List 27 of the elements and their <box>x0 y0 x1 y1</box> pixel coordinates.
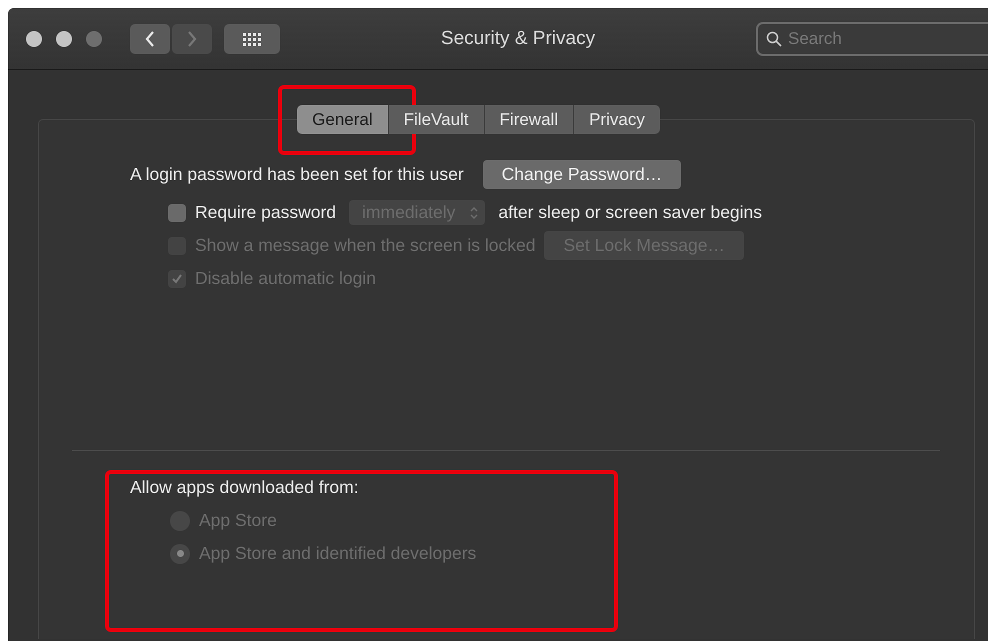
checkbox-label: Show a message when the screen is locked <box>195 235 536 256</box>
suffix-text: after sleep or screen saver begins <box>498 202 762 223</box>
search-icon <box>766 30 782 46</box>
checkbox[interactable] <box>168 204 186 222</box>
up-down-chevron-icon <box>469 204 480 220</box>
chevron-left-icon <box>144 30 156 48</box>
allow-apps-heading: Allow apps downloaded from: <box>130 477 360 498</box>
tab[interactable]: Firewall <box>484 105 574 134</box>
login-status-text: A login password has been set for this user <box>130 164 464 185</box>
checkmark-icon <box>170 272 184 286</box>
checkbox-label: Disable automatic login <box>195 268 376 289</box>
close-button[interactable] <box>26 30 42 46</box>
back-button[interactable] <box>130 24 170 54</box>
change-password-button[interactable]: Change Password… <box>482 160 682 189</box>
zoom-button[interactable] <box>86 30 102 46</box>
tab[interactable]: FileVault <box>388 105 485 134</box>
radio-label: App Store and identified developers <box>199 543 476 564</box>
tab[interactable]: Privacy <box>574 105 660 134</box>
minimize-button[interactable] <box>56 30 72 46</box>
grid-icon <box>242 32 262 46</box>
search-field[interactable]: Search <box>756 22 988 56</box>
chevron-right-icon <box>186 30 198 48</box>
checkbox-label: Require password <box>195 202 336 223</box>
tab[interactable]: General <box>297 105 389 134</box>
window-title: Security & Privacy <box>440 28 596 50</box>
show-all-button[interactable] <box>224 24 280 54</box>
radio-label: App Store <box>199 510 277 531</box>
